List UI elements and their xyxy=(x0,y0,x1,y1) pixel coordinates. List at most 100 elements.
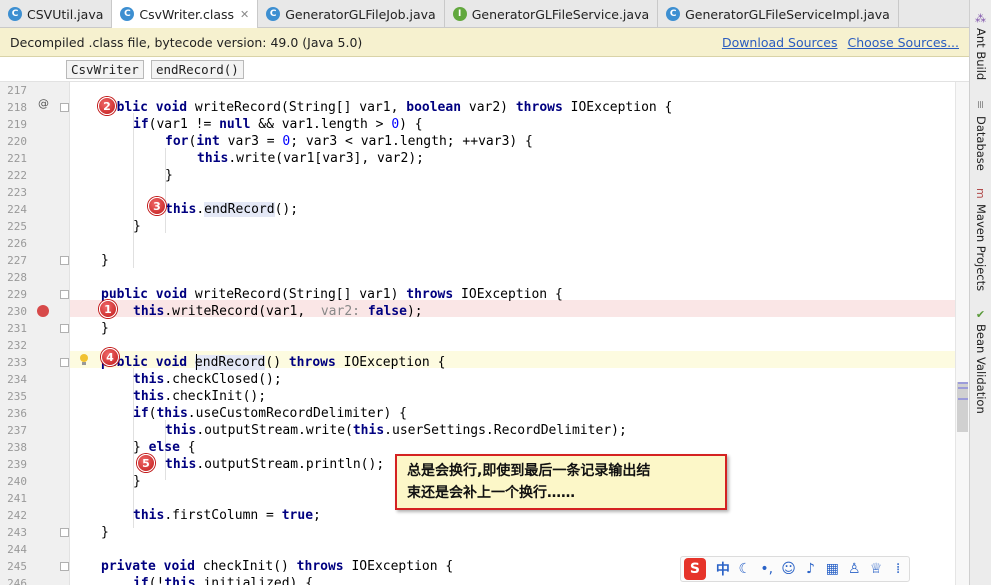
fold-marker-icon[interactable] xyxy=(60,290,69,299)
breadcrumb-class[interactable]: CsvWriter xyxy=(66,60,144,79)
ime-language[interactable]: 中 xyxy=(712,559,734,579)
line-number: 244 xyxy=(7,543,27,556)
user-icon[interactable]: ♙ xyxy=(843,561,865,577)
line-number: 219 xyxy=(7,118,27,131)
line-number: 224 xyxy=(7,203,27,216)
code-text: } xyxy=(133,219,141,234)
code-text: this.outputStream.println(); xyxy=(165,457,385,472)
line-number: 245 xyxy=(7,560,27,573)
scroll-thumb[interactable] xyxy=(957,382,968,432)
annotation-badge-4: 4 xyxy=(101,348,119,366)
breakpoint-icon[interactable] xyxy=(37,305,49,317)
line-number: 230 xyxy=(7,305,27,318)
close-icon[interactable]: ✕ xyxy=(240,8,249,21)
toolbox-icon[interactable]: ⁞ xyxy=(887,561,909,577)
microphone-icon[interactable]: ♪ xyxy=(800,561,822,577)
text-caret xyxy=(196,354,197,370)
line-number: 235 xyxy=(7,390,27,403)
code-text: public void endRecord() throws IOExcepti… xyxy=(101,355,446,370)
fold-marker-icon[interactable] xyxy=(60,103,69,112)
line-number: 218 xyxy=(7,101,27,114)
tab-label: GeneratorGLFileService.java xyxy=(471,6,650,22)
code-text: } xyxy=(101,525,109,540)
breadcrumb-method[interactable]: endRecord() xyxy=(151,60,244,79)
code-line: public void endRecord() throws IOExcepti… xyxy=(70,354,955,371)
fold-marker-icon[interactable] xyxy=(60,528,69,537)
code-text: this.checkClosed(); xyxy=(133,372,282,387)
code-line: } xyxy=(70,524,955,541)
callout-line-1: 总是会换行,即使到最后一条记录输出结 xyxy=(407,463,651,479)
skin-icon[interactable]: ♕ xyxy=(865,561,887,577)
error-stripe-mark[interactable] xyxy=(958,398,968,400)
class-icon: C xyxy=(120,7,135,21)
code-line: public void writeRecord(String[] var1, b… xyxy=(70,99,955,116)
keyboard-icon[interactable]: ▦ xyxy=(821,561,843,577)
line-number: 225 xyxy=(7,220,27,233)
code-line: this.outputStream.write(this.userSetting… xyxy=(70,422,955,439)
line-number: 226 xyxy=(7,237,27,250)
tab-csvwriter[interactable]: C CsvWriter.class ✕ xyxy=(112,0,259,29)
line-number: 220 xyxy=(7,135,27,148)
code-line: this.writeRecord(var1, var2: false); xyxy=(70,303,955,320)
moon-icon[interactable]: ☾ xyxy=(734,561,756,577)
fold-marker-icon[interactable] xyxy=(60,358,69,367)
sogou-logo-icon[interactable]: S xyxy=(684,558,706,580)
fold-marker-icon[interactable] xyxy=(60,562,69,571)
code-text: } xyxy=(165,168,173,183)
lightbulb-icon[interactable] xyxy=(79,354,89,366)
right-tool-strip: ⁂ Ant Build ≡ Database m Maven Projects … xyxy=(969,0,991,585)
tool-tab-maven-projects[interactable]: m Maven Projects xyxy=(970,184,991,294)
error-stripe-mark[interactable] xyxy=(958,387,968,389)
code-text: this.write(var1[var3], var2); xyxy=(197,151,424,166)
tool-tab-ant-build[interactable]: ⁂ Ant Build xyxy=(970,8,991,88)
code-line: this.checkClosed(); xyxy=(70,371,955,388)
code-text: } xyxy=(133,474,141,489)
override-icon[interactable]: @ xyxy=(38,97,49,110)
code-text: } xyxy=(101,321,109,336)
annotation-badge-5: 5 xyxy=(137,454,155,472)
code-text: private void checkInit() throws IOExcept… xyxy=(101,559,454,574)
emoji-icon[interactable]: ☺ xyxy=(778,561,800,577)
line-number: 227 xyxy=(7,254,27,267)
code-text: this.outputStream.write(this.userSetting… xyxy=(165,423,627,438)
code-line: } xyxy=(70,167,955,184)
tool-tab-label: Database xyxy=(974,116,988,171)
fold-marker-icon[interactable] xyxy=(60,256,69,265)
punctuation-icon[interactable]: •, xyxy=(756,561,778,577)
line-number: 238 xyxy=(7,441,27,454)
ime-toolbar[interactable]: S 中 ☾ •, ☺ ♪ ▦ ♙ ♕ ⁞ xyxy=(680,556,910,582)
callout-line-2: 束还是会补上一个换行…… xyxy=(407,485,575,501)
line-number: 222 xyxy=(7,169,27,182)
breadcrumb: CsvWriter endRecord() xyxy=(0,57,969,82)
code-text: if(this.useCustomRecordDelimiter) { xyxy=(133,406,407,421)
vertical-scrollbar[interactable] xyxy=(955,82,969,585)
line-number: 237 xyxy=(7,424,27,437)
tool-tab-bean-validation[interactable]: ✔ Bean Validation xyxy=(970,304,991,414)
error-stripe-mark[interactable] xyxy=(958,382,968,384)
tool-tab-label: Ant Build xyxy=(974,28,988,81)
tab-generatorglfilejob[interactable]: C GeneratorGLFileJob.java xyxy=(258,0,445,28)
annotation-badge-2: 2 xyxy=(98,97,116,115)
annotation-callout: 总是会换行,即使到最后一条记录输出结 束还是会补上一个换行…… xyxy=(395,454,727,510)
annotation-badge-3: 3 xyxy=(148,197,166,215)
code-text: for(int var3 = 0; var3 < var1.length; ++… xyxy=(165,134,533,149)
code-text: this.writeRecord(var1, var2: false); xyxy=(133,304,423,319)
banner-message: Decompiled .class file, bytecode version… xyxy=(10,34,363,50)
tab-csvutil[interactable]: C CSVUtil.java xyxy=(0,0,113,28)
bean-validation-icon: ✔ xyxy=(974,308,987,321)
tab-generatorglfileservice[interactable]: I GeneratorGLFileService.java xyxy=(445,0,659,28)
download-sources-link[interactable]: Download Sources xyxy=(722,35,838,50)
decompiled-banner: Decompiled .class file, bytecode version… xyxy=(0,28,969,57)
ant-icon: ⁂ xyxy=(974,12,987,25)
fold-marker-icon[interactable] xyxy=(60,324,69,333)
tool-tab-database[interactable]: ≡ Database xyxy=(970,96,991,176)
code-line: } xyxy=(70,252,955,269)
tool-tab-label: Bean Validation xyxy=(974,324,988,414)
code-line: public void writeRecord(String[] var1) t… xyxy=(70,286,955,303)
line-number: 234 xyxy=(7,373,27,386)
tab-generatorglfileserviceimpl[interactable]: C GeneratorGLFileServiceImpl.java xyxy=(658,0,899,28)
code-line: this.endRecord(); xyxy=(70,201,955,218)
tab-label: CSVUtil.java xyxy=(27,6,104,22)
choose-sources-link[interactable]: Choose Sources... xyxy=(848,35,960,50)
